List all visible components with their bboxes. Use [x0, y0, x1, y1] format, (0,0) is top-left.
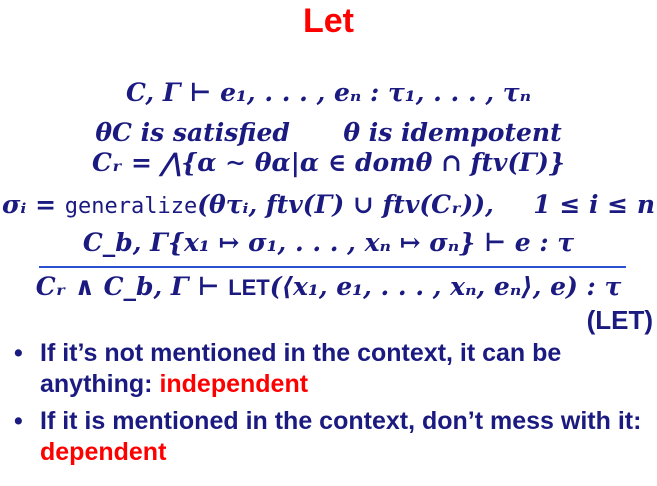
highlight-dependent: dependent	[40, 438, 167, 466]
sigma-lhs: σᵢ =	[1, 190, 65, 219]
conclusion-context: Cᵣ ∧ C_b, Γ ⊢	[35, 272, 229, 301]
index-range: 1 ≤ i ≤ n	[533, 190, 655, 219]
bullet-item-dependent: • If it is mentioned in the context, don…	[14, 406, 654, 468]
premise-satisfied-idempotent: θC is satisfied θ is idempotent	[0, 118, 657, 147]
premise-idempotent: θ is idempotent	[343, 118, 562, 147]
premise-constraint-definition: Cᵣ = ⋀{α ∼ θα|α ∈ domθ ∩ ftv(Γ)}	[92, 148, 565, 177]
premise-satisfied: θC is satisfied	[95, 118, 290, 147]
let-keyword: LET	[228, 275, 270, 300]
bullet-text: If it is mentioned in the context, don’t…	[40, 407, 642, 435]
generalize-function: generalize	[64, 194, 198, 219]
premise-body-typing: C_b, Γ{x₁ ↦ σ₁, . . . , xₙ ↦ σₙ} ⊢ e : τ	[82, 228, 575, 257]
inference-rule-line	[39, 266, 626, 268]
conclusion-term: (⟨x₁, e₁, . . . , xₙ, eₙ⟩, e) : τ	[269, 272, 622, 301]
generalize-args: (θτᵢ, ftv(Γ) ∪ ftv(Cᵣ)),	[197, 190, 494, 219]
premise-typing-expressions: C, Γ ⊢ e₁, . . . , eₙ : τ₁, . . . , τₙ	[125, 78, 532, 107]
bullet-dot-icon: •	[14, 339, 23, 367]
bullet-item-independent: • If it’s not mentioned in the context, …	[14, 338, 654, 400]
bullet-dot-icon: •	[14, 407, 23, 435]
premise-generalize: σᵢ = generalize(θτᵢ, ftv(Γ) ∪ ftv(Cᵣ)), …	[0, 190, 657, 219]
bullet-list: • If it’s not mentioned in the context, …	[14, 338, 654, 474]
conclusion: Cᵣ ∧ C_b, Γ ⊢ LET(⟨x₁, e₁, . . . , xₙ, e…	[0, 272, 657, 301]
rule-label: (LET)	[586, 305, 653, 335]
highlight-independent: independent	[159, 370, 309, 398]
slide-title: Let	[303, 2, 354, 40]
